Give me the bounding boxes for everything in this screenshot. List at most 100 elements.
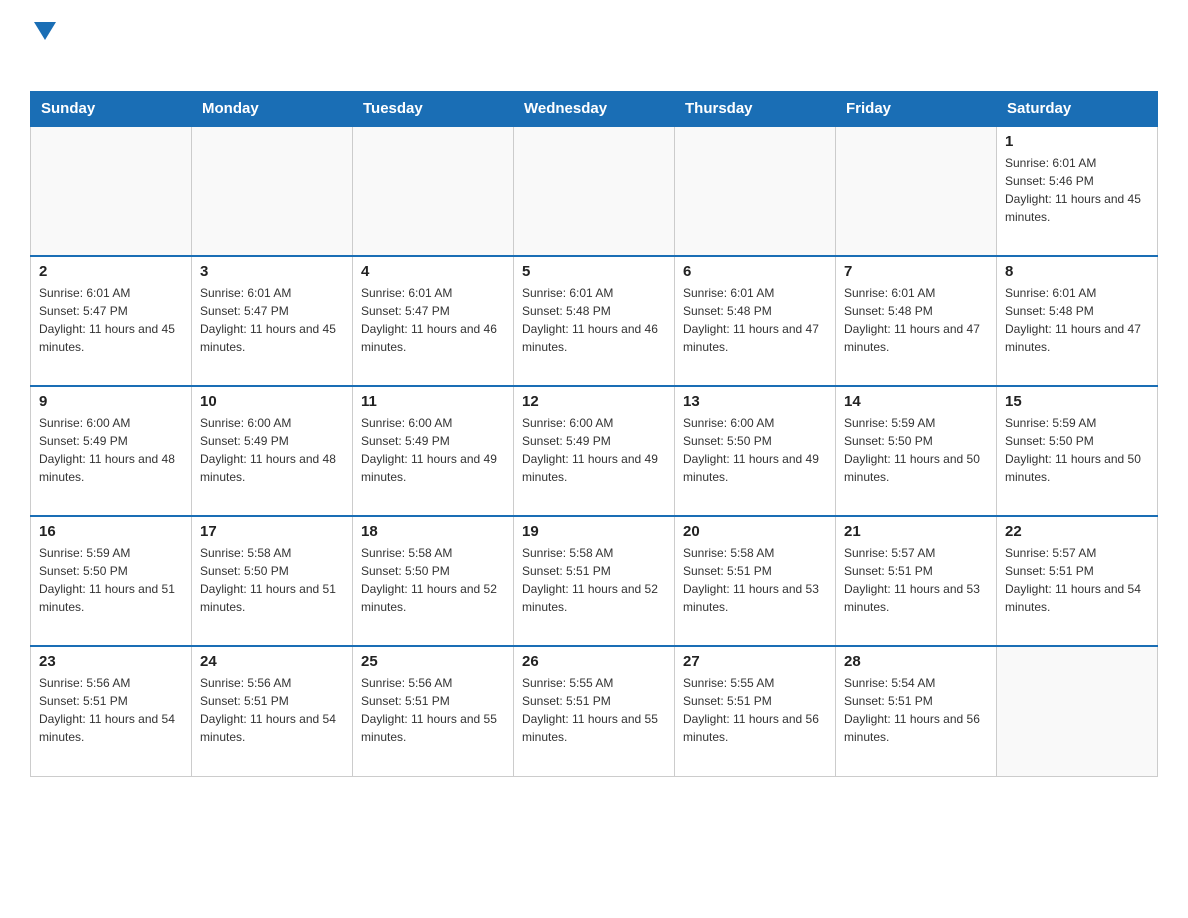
logo	[30, 20, 56, 71]
calendar-day-cell	[836, 126, 997, 256]
day-number: 18	[361, 523, 505, 540]
calendar-day-cell: 24 Sunrise: 5:56 AMSunset: 5:51 PMDayligh…	[192, 646, 353, 776]
calendar-day-cell: 22 Sunrise: 5:57 AMSunset: 5:51 PMDayligh…	[997, 516, 1158, 646]
calendar-day-cell: 16 Sunrise: 5:59 AMSunset: 5:50 PMDayligh…	[31, 516, 192, 646]
day-number: 12	[522, 393, 666, 410]
calendar-day-cell: 17 Sunrise: 5:58 AMSunset: 5:50 PMDayligh…	[192, 516, 353, 646]
calendar-week-row: 1 Sunrise: 6:01 AMSunset: 5:46 PMDaylight…	[31, 126, 1158, 256]
day-info: Sunrise: 5:59 AMSunset: 5:50 PMDaylight:…	[39, 544, 183, 616]
day-number: 5	[522, 263, 666, 280]
calendar-day-cell	[192, 126, 353, 256]
calendar-day-cell: 21Sunrise: 5:57 AMSunset: 5:51 PMDayligh…	[836, 516, 997, 646]
calendar-day-cell: 26 Sunrise: 5:55 AMSunset: 5:51 PMDayligh…	[514, 646, 675, 776]
calendar-day-cell: 7 Sunrise: 6:01 AMSunset: 5:48 PMDaylight…	[836, 256, 997, 386]
day-number: 13	[683, 393, 827, 410]
calendar-day-cell: 13 Sunrise: 6:00 AMSunset: 5:50 PMDayligh…	[675, 386, 836, 516]
day-number: 16	[39, 523, 183, 540]
day-number: 11	[361, 393, 505, 410]
calendar-day-cell: 6 Sunrise: 6:01 AMSunset: 5:48 PMDaylight…	[675, 256, 836, 386]
day-number: 7	[844, 263, 988, 280]
calendar-day-cell	[353, 126, 514, 256]
day-number: 8	[1005, 263, 1149, 280]
calendar-day-cell: 11 Sunrise: 6:00 AMSunset: 5:49 PMDayligh…	[353, 386, 514, 516]
calendar-day-cell: 27 Sunrise: 5:55 AMSunset: 5:51 PMDayligh…	[675, 646, 836, 776]
day-info: Sunrise: 6:01 AMSunset: 5:48 PMDaylight:…	[844, 284, 988, 356]
day-info: Sunrise: 5:58 AMSunset: 5:51 PMDaylight:…	[683, 544, 827, 616]
day-info: Sunrise: 5:58 AMSunset: 5:51 PMDaylight:…	[522, 544, 666, 616]
day-number: 19	[522, 523, 666, 540]
calendar-day-cell: 5 Sunrise: 6:01 AMSunset: 5:48 PMDaylight…	[514, 256, 675, 386]
calendar-header-wednesday: Wednesday	[514, 92, 675, 127]
day-number: 14	[844, 393, 988, 410]
day-number: 24	[200, 653, 344, 670]
day-number: 26	[522, 653, 666, 670]
day-info: Sunrise: 5:57 AMSunset: 5:51 PMDaylight:…	[1005, 544, 1149, 616]
calendar-header-sunday: Sunday	[31, 92, 192, 127]
day-info: Sunrise: 5:54 AMSunset: 5:51 PMDaylight:…	[844, 674, 988, 746]
day-info: Sunrise: 6:00 AMSunset: 5:49 PMDaylight:…	[200, 414, 344, 486]
calendar-week-row: 16 Sunrise: 5:59 AMSunset: 5:50 PMDayligh…	[31, 516, 1158, 646]
calendar-header-saturday: Saturday	[997, 92, 1158, 127]
calendar-day-cell: 10 Sunrise: 6:00 AMSunset: 5:49 PMDayligh…	[192, 386, 353, 516]
calendar-week-row: 23 Sunrise: 5:56 AMSunset: 5:51 PMDayligh…	[31, 646, 1158, 776]
day-info: Sunrise: 5:59 AMSunset: 5:50 PMDaylight:…	[1005, 414, 1149, 486]
day-number: 23	[39, 653, 183, 670]
day-number: 2	[39, 263, 183, 280]
calendar-day-cell: 23 Sunrise: 5:56 AMSunset: 5:51 PMDayligh…	[31, 646, 192, 776]
calendar-day-cell	[675, 126, 836, 256]
day-info: Sunrise: 5:58 AMSunset: 5:50 PMDaylight:…	[200, 544, 344, 616]
calendar-day-cell: 2 Sunrise: 6:01 AMSunset: 5:47 PMDaylight…	[31, 256, 192, 386]
calendar-day-cell: 15 Sunrise: 5:59 AMSunset: 5:50 PMDayligh…	[997, 386, 1158, 516]
calendar-day-cell	[514, 126, 675, 256]
day-info: Sunrise: 5:56 AMSunset: 5:51 PMDaylight:…	[200, 674, 344, 746]
page-header	[30, 20, 1158, 71]
calendar-day-cell: 28 Sunrise: 5:54 AMSunset: 5:51 PMDayligh…	[836, 646, 997, 776]
day-number: 6	[683, 263, 827, 280]
day-info: Sunrise: 6:01 AMSunset: 5:46 PMDaylight:…	[1005, 154, 1149, 226]
calendar-day-cell: 12 Sunrise: 6:00 AMSunset: 5:49 PMDayligh…	[514, 386, 675, 516]
day-number: 3	[200, 263, 344, 280]
calendar-day-cell: 25 Sunrise: 5:56 AMSunset: 5:51 PMDayligh…	[353, 646, 514, 776]
calendar-header-friday: Friday	[836, 92, 997, 127]
day-info: Sunrise: 6:01 AMSunset: 5:47 PMDaylight:…	[39, 284, 183, 356]
calendar-day-cell: 20 Sunrise: 5:58 AMSunset: 5:51 PMDayligh…	[675, 516, 836, 646]
day-number: 22	[1005, 523, 1149, 540]
day-number: 17	[200, 523, 344, 540]
day-info: Sunrise: 6:01 AMSunset: 5:47 PMDaylight:…	[200, 284, 344, 356]
calendar-week-row: 9Sunrise: 6:00 AMSunset: 5:49 PMDaylight…	[31, 386, 1158, 516]
day-info: Sunrise: 5:55 AMSunset: 5:51 PMDaylight:…	[522, 674, 666, 746]
calendar-day-cell: 1 Sunrise: 6:01 AMSunset: 5:46 PMDaylight…	[997, 126, 1158, 256]
day-info: Sunrise: 6:01 AMSunset: 5:47 PMDaylight:…	[361, 284, 505, 356]
calendar-day-cell: 3 Sunrise: 6:01 AMSunset: 5:47 PMDaylight…	[192, 256, 353, 386]
calendar-header-monday: Monday	[192, 92, 353, 127]
day-info: Sunrise: 5:58 AMSunset: 5:50 PMDaylight:…	[361, 544, 505, 616]
calendar-day-cell: 19 Sunrise: 5:58 AMSunset: 5:51 PMDayligh…	[514, 516, 675, 646]
day-info: Sunrise: 6:01 AMSunset: 5:48 PMDaylight:…	[683, 284, 827, 356]
day-info: Sunrise: 5:59 AMSunset: 5:50 PMDaylight:…	[844, 414, 988, 486]
day-number: 25	[361, 653, 505, 670]
calendar-header-tuesday: Tuesday	[353, 92, 514, 127]
calendar-day-cell: 8 Sunrise: 6:01 AMSunset: 5:48 PMDaylight…	[997, 256, 1158, 386]
day-info: Sunrise: 6:01 AMSunset: 5:48 PMDaylight:…	[1005, 284, 1149, 356]
calendar-table: SundayMondayTuesdayWednesdayThursdayFrid…	[30, 91, 1158, 777]
calendar-day-cell: 14 Sunrise: 5:59 AMSunset: 5:50 PMDayligh…	[836, 386, 997, 516]
day-number: 27	[683, 653, 827, 670]
day-number: 10	[200, 393, 344, 410]
calendar-day-cell: 4Sunrise: 6:01 AMSunset: 5:47 PMDaylight…	[353, 256, 514, 386]
day-info: Sunrise: 5:55 AMSunset: 5:51 PMDaylight:…	[683, 674, 827, 746]
logo-triangle-icon	[34, 22, 56, 40]
calendar-header-thursday: Thursday	[675, 92, 836, 127]
day-info: Sunrise: 6:00 AMSunset: 5:49 PMDaylight:…	[522, 414, 666, 486]
day-number: 20	[683, 523, 827, 540]
day-info: Sunrise: 5:56 AMSunset: 5:51 PMDaylight:…	[39, 674, 183, 746]
day-info: Sunrise: 6:00 AMSunset: 5:50 PMDaylight:…	[683, 414, 827, 486]
day-info: Sunrise: 6:00 AMSunset: 5:49 PMDaylight:…	[361, 414, 505, 486]
calendar-day-cell	[997, 646, 1158, 776]
day-info: Sunrise: 6:01 AMSunset: 5:48 PMDaylight:…	[522, 284, 666, 356]
day-info: Sunrise: 5:56 AMSunset: 5:51 PMDaylight:…	[361, 674, 505, 746]
day-number: 15	[1005, 393, 1149, 410]
day-number: 1	[1005, 133, 1149, 150]
calendar-week-row: 2 Sunrise: 6:01 AMSunset: 5:47 PMDaylight…	[31, 256, 1158, 386]
day-number: 21	[844, 523, 988, 540]
day-number: 28	[844, 653, 988, 670]
